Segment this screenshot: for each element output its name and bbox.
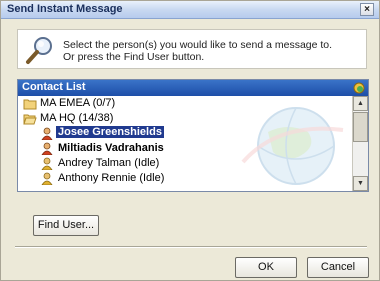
send-instant-message-dialog: Send Instant Message × Select the person… — [0, 0, 380, 281]
contact-status-icon — [353, 82, 365, 94]
ok-button[interactable]: OK — [235, 257, 297, 278]
close-button[interactable]: × — [360, 3, 374, 16]
contact-name: Anthony Rennie (Idle) — [58, 172, 165, 184]
folder-icon — [23, 99, 37, 110]
cancel-button[interactable]: Cancel — [307, 257, 369, 278]
group-label: MA HQ (14/38) — [40, 112, 114, 124]
list-item-group-ma-emea[interactable]: MA EMEA (0/7) — [18, 96, 352, 111]
person-online-icon — [41, 127, 53, 140]
contact-list-header: Contact List — [18, 80, 368, 96]
title-bar[interactable]: Send Instant Message × — [1, 1, 379, 19]
instruction-box: Select the person(s) you would like to s… — [17, 29, 367, 69]
divider — [15, 246, 367, 248]
find-user-button[interactable]: Find User... — [33, 215, 99, 236]
list-item-group-ma-hq[interactable]: MA HQ (14/38) — [18, 111, 352, 126]
scroll-down-button[interactable]: ▼ — [353, 176, 368, 191]
open-folder-icon — [23, 114, 37, 125]
person-online-icon — [41, 142, 53, 155]
window-title: Send Instant Message — [7, 3, 123, 15]
person-idle-icon — [41, 157, 53, 170]
person-idle-icon — [41, 172, 53, 185]
group-label: MA EMEA (0/7) — [40, 97, 116, 109]
contact-list[interactable]: MA EMEA (0/7) MA HQ (14/38) Josee Greens… — [18, 96, 352, 191]
contact-list-panel: Contact List MA EMEA (0/7) MA HQ (14/38)… — [17, 79, 369, 192]
instruction-line-2: Or press the Find User button. — [63, 51, 205, 63]
scroll-up-button[interactable]: ▲ — [353, 96, 368, 111]
contact-name: Miltiadis Vadrahanis — [58, 142, 164, 154]
list-item-contact[interactable]: Miltiadis Vadrahanis — [18, 141, 352, 156]
contact-name-selected: Josee Greenshields — [56, 126, 164, 138]
magnifier-icon — [26, 37, 52, 64]
contact-list-title: Contact List — [22, 81, 86, 93]
instruction-line-1: Select the person(s) you would like to s… — [63, 39, 333, 51]
list-item-contact[interactable]: Andrey Talman (Idle) — [18, 156, 352, 171]
contact-name: Andrey Talman (Idle) — [58, 157, 160, 169]
scroll-thumb[interactable] — [353, 112, 368, 142]
vertical-scrollbar[interactable]: ▲ ▼ — [352, 96, 368, 191]
list-item-contact[interactable]: Josee Greenshields — [18, 126, 352, 141]
list-item-contact[interactable]: Anthony Rennie (Idle) — [18, 171, 352, 186]
